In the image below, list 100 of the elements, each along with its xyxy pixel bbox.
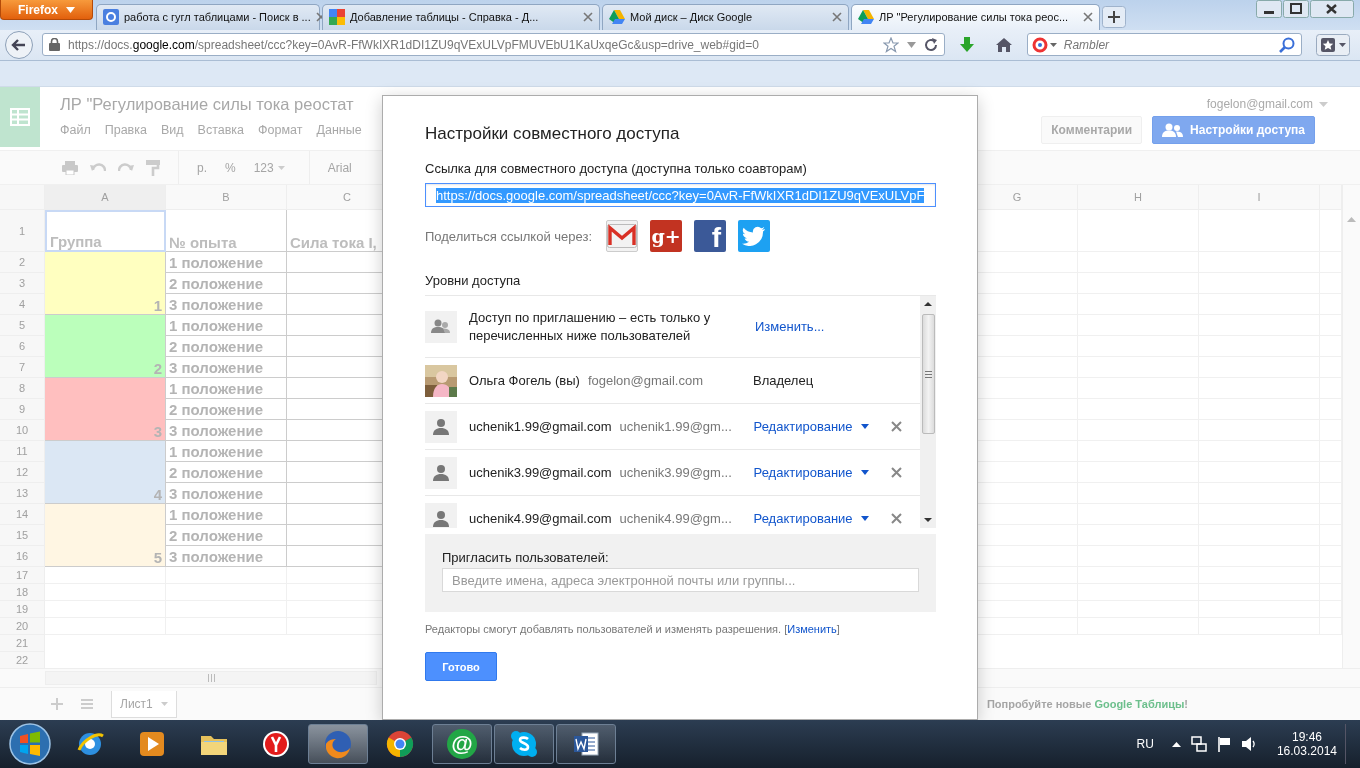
remove-icon[interactable] <box>890 467 902 478</box>
table-cell: 1 положение <box>166 315 287 337</box>
scrollbar[interactable] <box>45 671 377 686</box>
address-field[interactable]: https://docs.google.com/spreadsheet/ccc?key=0AvR-FfWkIXR1dDI1ZU9qVExULVpFMUVEbU1KaUxqeGc&usp=drive_web#gid=0 <box>42 33 945 57</box>
back-icon[interactable] <box>4 29 34 60</box>
menu-item[interactable]: Вставка <box>197 123 245 138</box>
star-icon[interactable] <box>882 36 899 53</box>
row-number[interactable]: 22 <box>0 652 45 669</box>
scrollbar[interactable] <box>1342 185 1360 669</box>
number-format-button[interactable]: 123 <box>253 160 285 175</box>
row-number[interactable]: 5 <box>0 315 45 337</box>
share-button[interactable] <box>606 220 638 252</box>
role-dropdown[interactable]: Редактирование <box>753 465 889 480</box>
percent-format-button[interactable]: % <box>225 160 236 175</box>
row-number[interactable]: 12 <box>0 462 45 484</box>
taskbar-button[interactable] <box>556 724 616 765</box>
row-number[interactable]: 15 <box>0 525 45 547</box>
table-cell: 2 положение <box>166 336 287 358</box>
table-cell: 3 положение <box>166 357 287 379</box>
done-button[interactable]: Готово <box>425 652 497 681</box>
row-number[interactable]: 20 <box>0 618 45 636</box>
close-icon[interactable] <box>1310 0 1354 18</box>
table-cell: 3 положение <box>166 294 287 316</box>
row-number[interactable]: 21 <box>0 635 45 653</box>
row-number[interactable]: 1 <box>0 210 45 253</box>
scroll-up-icon[interactable] <box>924 302 932 306</box>
row-number[interactable]: 11 <box>0 441 45 463</box>
fox-globe-icon <box>322 728 354 761</box>
row-number[interactable]: 4 <box>0 294 45 316</box>
browser-tab[interactable]: работа с гугл таблицами - Поиск в ... <box>96 3 320 30</box>
row-number[interactable]: 7 <box>0 357 45 379</box>
row-number[interactable]: 19 <box>0 601 45 619</box>
bookmarks-icon[interactable] <box>1316 33 1350 56</box>
remove-icon[interactable] <box>890 513 902 524</box>
row-number[interactable]: 13 <box>0 483 45 505</box>
caret-icon <box>1319 101 1328 107</box>
scrollbar[interactable] <box>920 296 936 528</box>
row-number[interactable]: 9 <box>0 399 45 421</box>
role-dropdown[interactable]: Редактирование <box>753 511 889 526</box>
share-button[interactable]: g+ <box>650 220 682 252</box>
share-button[interactable] <box>738 220 770 252</box>
row-number[interactable]: 14 <box>0 504 45 526</box>
role-dropdown[interactable]: Редактирование <box>753 419 889 434</box>
search-icon[interactable] <box>1279 36 1295 53</box>
row-number[interactable]: 6 <box>0 336 45 358</box>
row-number[interactable]: 16 <box>0 546 45 568</box>
column-header[interactable]: B <box>166 185 287 211</box>
menu-item[interactable]: Вид <box>160 123 184 138</box>
account-menu[interactable]: fogelon@gmail.com <box>1206 97 1328 112</box>
clock[interactable]: 19:46 16.03.2014 <box>1276 730 1337 759</box>
menu-item[interactable]: Формат <box>258 123 303 138</box>
app-menu-button[interactable]: Firefox <box>0 0 93 20</box>
flag-icon[interactable] <box>1216 736 1231 753</box>
row-number[interactable]: 10 <box>0 420 45 442</box>
link-field[interactable]: https://docs.google.com/spreadsheet/ccc?key=0AvR-FfWkIXR1dDI1ZU9qVExULVpF <box>425 183 936 207</box>
menu-item[interactable]: Файл <box>60 123 91 138</box>
sheet-tab[interactable]: Лист1 <box>111 690 177 718</box>
reload-icon[interactable] <box>923 37 938 52</box>
taskbar-button[interactable] <box>494 724 554 765</box>
grid-icon <box>329 9 345 26</box>
table-cell: 2 положение <box>166 273 287 295</box>
row-number[interactable]: 2 <box>0 252 45 274</box>
share-settings-button[interactable]: Настройки доступа <box>1152 116 1315 145</box>
browser-tab[interactable]: Мой диск – Диск Google <box>602 3 849 30</box>
column-header[interactable]: H <box>1078 185 1199 211</box>
change-link[interactable]: Изменить... <box>755 319 825 334</box>
table-cell: 5 <box>45 504 166 568</box>
row-number[interactable]: 3 <box>0 273 45 295</box>
language-indicator[interactable]: RU <box>1136 737 1154 752</box>
row-number[interactable]: 8 <box>0 378 45 400</box>
caret-icon[interactable] <box>906 41 916 48</box>
scroll-down-icon[interactable] <box>924 518 932 522</box>
browser-tab[interactable]: ЛР "Регулирование силы тока реос... <box>851 3 1100 30</box>
comments-button[interactable]: Комментарии <box>1041 116 1143 145</box>
browser-tab[interactable]: Добавление таблицы - Справка - Д... <box>322 3 600 30</box>
taskbar-button[interactable] <box>308 724 368 765</box>
show-hidden-icons-icon[interactable] <box>1171 741 1181 747</box>
download-icon[interactable] <box>958 36 975 53</box>
speaker-icon[interactable] <box>1240 736 1257 753</box>
home-icon[interactable] <box>994 36 1013 53</box>
menu-item[interactable]: Данные <box>316 123 362 138</box>
share-button[interactable]: f <box>694 220 726 252</box>
taskbar-button[interactable]: @ <box>432 724 492 765</box>
invite-field[interactable]: Введите имена, адреса электронной почты или группы... <box>442 568 919 592</box>
column-header[interactable]: A <box>45 185 166 211</box>
row-number[interactable]: 18 <box>0 584 45 602</box>
row-number[interactable]: 17 <box>0 567 45 585</box>
currency-format-button[interactable]: р. <box>197 160 207 175</box>
new-tab-icon[interactable] <box>1102 5 1126 28</box>
start-icon[interactable] <box>8 722 52 767</box>
search-field[interactable]: Rambler <box>1026 33 1302 57</box>
network-icon[interactable] <box>1190 736 1207 753</box>
maximize-icon[interactable] <box>1283 0 1309 18</box>
minimize-icon[interactable] <box>1256 0 1282 18</box>
section-heading: Уровни доступа <box>425 273 522 288</box>
search-engine-icon[interactable] <box>1031 36 1058 53</box>
remove-icon[interactable] <box>890 421 902 432</box>
menu-item[interactable]: Правка <box>104 123 147 138</box>
table-cell: 1 <box>45 252 166 316</box>
change-link[interactable]: Изменить <box>787 623 837 635</box>
